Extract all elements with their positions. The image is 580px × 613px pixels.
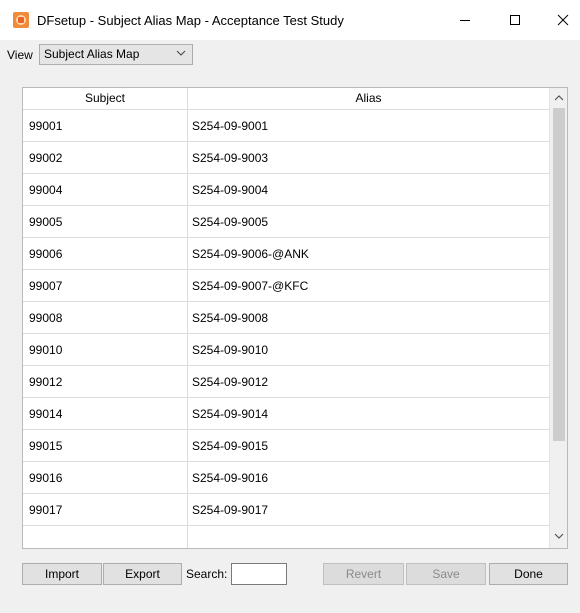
table-body: 99001 S254-09-9001 99002 S254-09-9003 99004 S… [23,110,549,548]
scroll-up-icon[interactable] [554,94,564,102]
chevron-down-icon [176,50,186,56]
scroll-down-icon[interactable] [554,532,564,540]
table-row[interactable]: 99016 S254-09-9016 [23,462,549,494]
view-select[interactable]: Subject Alias Map [39,44,193,65]
table-row[interactable]: 99005 S254-09-9005 [23,206,549,238]
cell-alias[interactable]: S254-09-9017 [192,503,268,517]
export-button[interactable]: Export [103,563,182,585]
view-label: View [7,48,33,62]
search-label: Search: [186,567,228,581]
maximize-icon [510,15,520,25]
cell-alias[interactable]: S254-09-9003 [192,151,268,165]
table-header: Subject Alias [23,88,549,110]
close-icon [557,14,569,26]
cell-alias[interactable]: S254-09-9005 [192,215,268,229]
table-row[interactable]: 99001 S254-09-9001 [23,110,549,142]
window-title: DFsetup - Subject Alias Map - Acceptance… [37,13,344,28]
table-row[interactable]: 99007 S254-09-9007-@KFC [23,270,549,302]
cell-alias[interactable]: S254-09-9016 [192,471,268,485]
cell-subject[interactable]: 99005 [29,215,62,229]
save-button[interactable]: Save [406,563,486,585]
cell-subject[interactable]: 99001 [29,119,62,133]
cell-alias[interactable]: S254-09-9010 [192,343,268,357]
button-bar: Import Export Search: Revert Save Done [0,563,580,587]
minimize-icon [460,20,470,21]
cell-subject[interactable]: 99007 [29,279,62,293]
cell-subject[interactable]: 99016 [29,471,62,485]
table-row[interactable] [23,526,549,548]
vertical-scrollbar[interactable] [549,88,567,548]
done-button[interactable]: Done [489,563,568,585]
cell-alias[interactable]: S254-09-9001 [192,119,268,133]
close-button[interactable] [540,0,580,40]
cell-subject[interactable]: 99010 [29,343,62,357]
cell-subject[interactable]: 99008 [29,311,62,325]
table-row[interactable]: 99017 S254-09-9017 [23,494,549,526]
cell-subject[interactable]: 99002 [29,151,62,165]
cell-subject[interactable]: 99014 [29,407,62,421]
cell-alias[interactable]: S254-09-9004 [192,183,268,197]
search-input[interactable] [231,563,287,585]
cell-alias[interactable]: S254-09-9007-@KFC [192,279,308,293]
cell-alias[interactable]: S254-09-9014 [192,407,268,421]
table-row[interactable]: 99010 S254-09-9010 [23,334,549,366]
cell-subject[interactable]: 99004 [29,183,62,197]
table-row[interactable]: 99006 S254-09-9006-@ANK [23,238,549,270]
table-row[interactable]: 99015 S254-09-9015 [23,430,549,462]
title-bar[interactable]: DFsetup - Subject Alias Map - Acceptance… [0,0,580,40]
table-row[interactable]: 99014 S254-09-9014 [23,398,549,430]
view-row: View Subject Alias Map [0,40,580,68]
column-header-subject[interactable]: Subject [23,91,187,105]
cell-alias[interactable]: S254-09-9006-@ANK [192,247,309,261]
app-icon [13,12,29,28]
minimize-button[interactable] [442,0,488,40]
table-row[interactable]: 99012 S254-09-9012 [23,366,549,398]
table-row[interactable]: 99004 S254-09-9004 [23,174,549,206]
column-header-alias[interactable]: Alias [188,91,549,105]
maximize-button[interactable] [492,0,538,40]
cell-alias[interactable]: S254-09-9015 [192,439,268,453]
import-button[interactable]: Import [22,563,102,585]
cell-subject[interactable]: 99015 [29,439,62,453]
alias-table: Subject Alias 99001 S254-09-9001 99002 S254… [22,87,568,549]
table-row[interactable]: 99002 S254-09-9003 [23,142,549,174]
cell-subject[interactable]: 99006 [29,247,62,261]
cell-subject[interactable]: 99017 [29,503,62,517]
cell-alias[interactable]: S254-09-9012 [192,375,268,389]
table-row[interactable]: 99008 S254-09-9008 [23,302,549,334]
cell-alias[interactable]: S254-09-9008 [192,311,268,325]
scrollbar-thumb[interactable] [553,108,565,441]
revert-button[interactable]: Revert [323,563,404,585]
cell-subject[interactable]: 99012 [29,375,62,389]
view-select-value: Subject Alias Map [44,47,140,61]
